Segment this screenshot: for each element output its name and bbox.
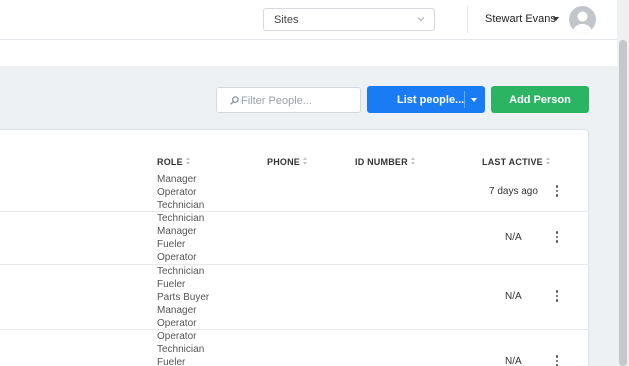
user-menu-name[interactable]: Stewart Evans xyxy=(485,13,556,25)
column-header-phone-label: PHONE xyxy=(267,157,301,167)
column-header-role-label: ROLE xyxy=(157,157,183,167)
row-divider xyxy=(0,329,589,330)
table-row-roles: Technician Fueler Parts Buyer Manager Op… xyxy=(157,265,209,330)
add-person-button[interactable]: Add Person xyxy=(491,86,589,113)
caret-down-icon[interactable] xyxy=(471,98,477,102)
role-item: Manager xyxy=(157,305,197,316)
column-header-role[interactable]: ROLE xyxy=(157,157,191,167)
table-row-roles: Technician Manager Fueler Operator xyxy=(157,212,204,264)
role-item: Fueler xyxy=(157,279,186,290)
sites-select-value: Sites xyxy=(274,14,299,26)
caret-down-icon[interactable] xyxy=(553,17,559,21)
sort-icon xyxy=(545,157,551,166)
role-item: Operator xyxy=(157,187,197,198)
column-header-phone[interactable]: PHONE xyxy=(267,157,308,167)
role-item: Manager xyxy=(157,226,197,237)
column-header-last-active-label: LAST ACTIVE xyxy=(482,157,543,167)
row-divider xyxy=(0,211,589,212)
last-active-value: N/A xyxy=(505,356,522,366)
kebab-menu-icon[interactable] xyxy=(553,185,561,197)
last-active-value: N/A xyxy=(505,291,522,302)
column-header-last-active[interactable]: LAST ACTIVE xyxy=(482,157,551,167)
role-item: Parts Buyer xyxy=(157,292,210,303)
list-people-button[interactable]: List people... xyxy=(367,86,485,113)
column-header-id-number-label: ID NUMBER xyxy=(355,157,408,167)
kebab-menu-icon[interactable] xyxy=(553,231,561,243)
filter-people-input[interactable] xyxy=(241,92,356,109)
kebab-menu-icon[interactable] xyxy=(553,290,561,302)
sort-icon xyxy=(303,157,308,166)
user-avatar-icon[interactable] xyxy=(569,6,596,33)
button-split-divider xyxy=(464,91,465,108)
column-header-id-number[interactable]: ID NUMBER xyxy=(355,157,416,167)
chevron-down-icon xyxy=(417,17,425,22)
role-item: Fueler xyxy=(157,239,186,250)
table-row-roles: Manager Operator Technician xyxy=(157,173,204,212)
sites-select[interactable]: Sites xyxy=(263,8,435,31)
search-icon xyxy=(230,96,239,105)
header-divider xyxy=(467,6,468,33)
role-item: Technician xyxy=(157,344,205,355)
role-item: Manager xyxy=(157,174,197,185)
kebab-menu-icon[interactable] xyxy=(553,355,561,366)
scrollbar-thumb[interactable] xyxy=(619,40,627,366)
sort-icon xyxy=(410,157,416,166)
table-row-roles: Operator Technician Fueler xyxy=(157,330,204,366)
sort-icon xyxy=(185,157,191,166)
role-item: Technician xyxy=(157,266,205,277)
last-active-value: N/A xyxy=(505,232,522,243)
top-bar: Sites Stewart Evans xyxy=(0,0,617,40)
role-item: Technician xyxy=(157,213,205,224)
role-item: Operator xyxy=(157,252,197,263)
list-people-label: List people... xyxy=(397,94,465,106)
role-item: Fueler xyxy=(157,357,186,366)
role-item: Operator xyxy=(157,331,197,342)
row-divider xyxy=(0,264,589,265)
last-active-value: 7 days ago xyxy=(489,186,538,197)
filter-people-field[interactable] xyxy=(216,87,361,113)
